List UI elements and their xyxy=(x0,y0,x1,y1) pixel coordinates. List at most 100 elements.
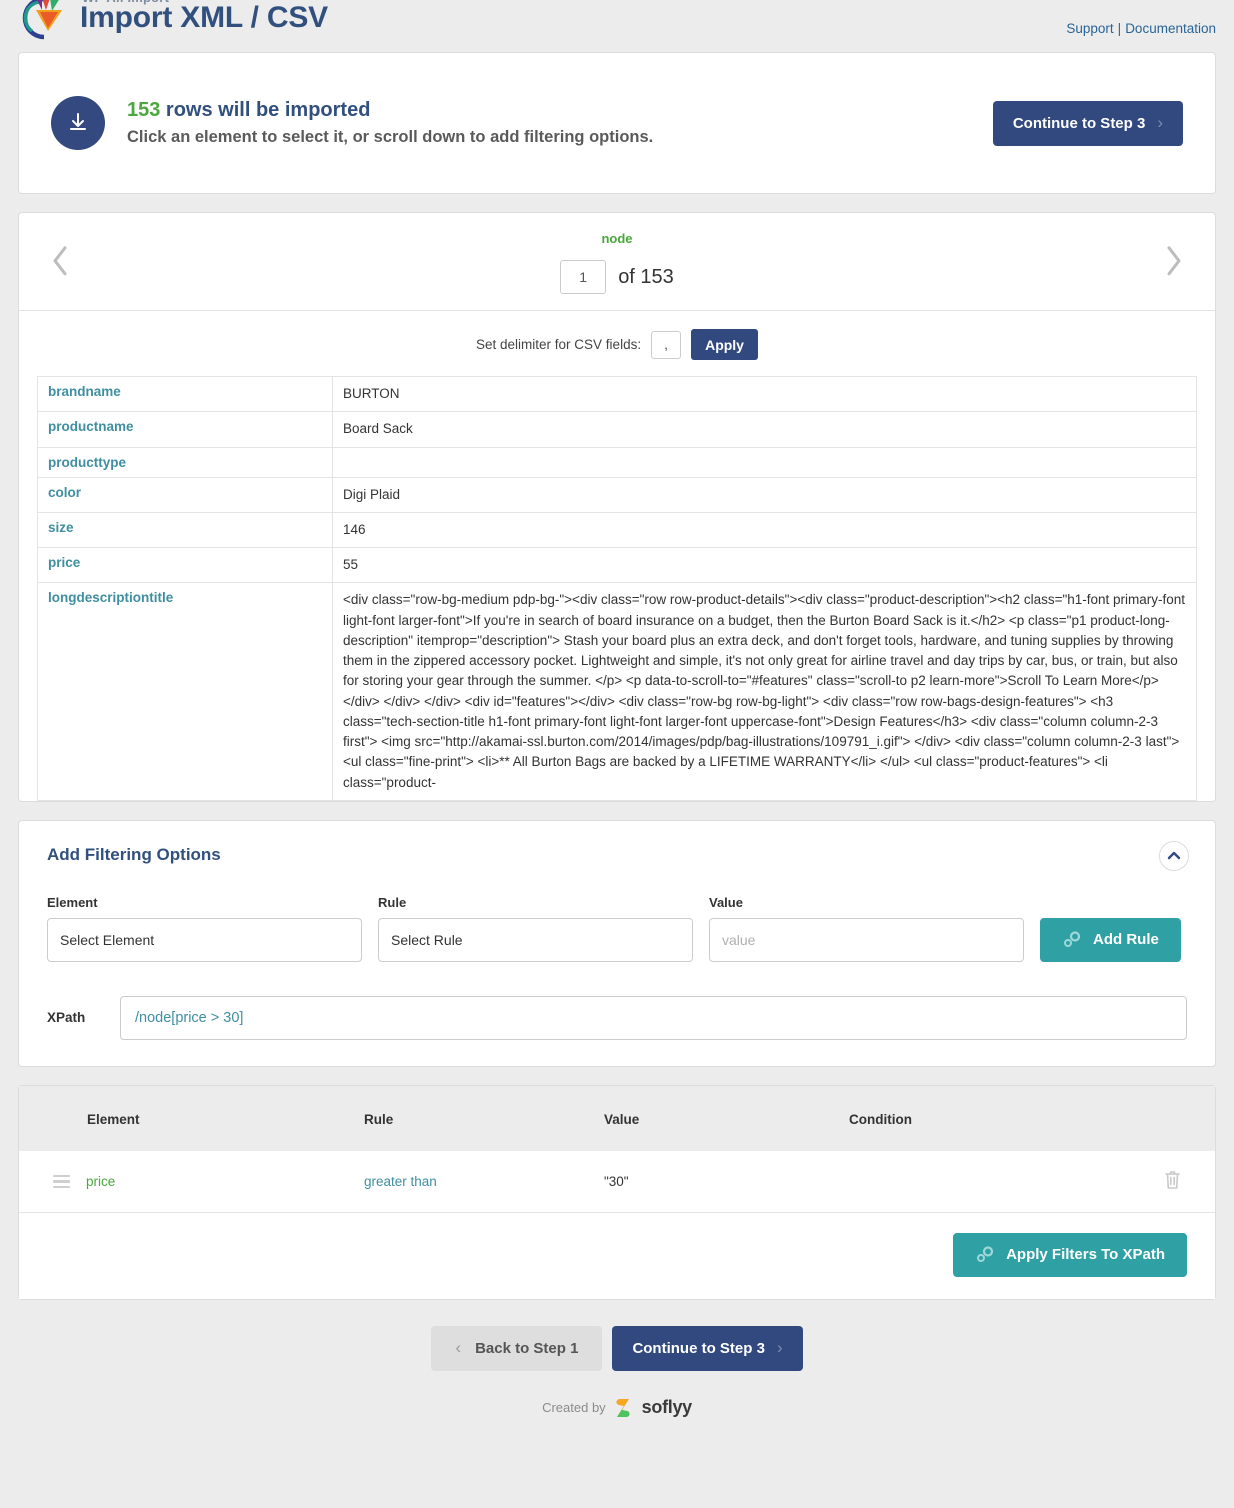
apply-filters-label: Apply Filters To XPath xyxy=(1006,1246,1165,1264)
footer-navigation: ‹ Back to Step 1 Continue to Step 3 › xyxy=(0,1318,1234,1371)
element-name[interactable]: price xyxy=(37,546,333,584)
download-icon xyxy=(51,96,105,150)
apply-filters-to-xpath-button[interactable]: Apply Filters To XPath xyxy=(953,1232,1187,1277)
table-row[interactable]: size 146 xyxy=(37,511,1197,549)
link-separator: | xyxy=(1117,21,1122,36)
table-row[interactable]: longdescriptiontitle <div class="row-bg-… xyxy=(37,582,1197,801)
elements-table-scroll[interactable]: brandname BURTON productname Board Sack … xyxy=(19,376,1215,801)
wp-all-import-logo-icon xyxy=(18,0,70,41)
continue-label: Continue to Step 3 xyxy=(632,1339,765,1357)
header-links: Support | Documentation xyxy=(1066,21,1216,36)
rules-column-value: Value xyxy=(604,1111,640,1127)
element-name[interactable]: productname xyxy=(37,411,333,448)
back-to-step-1-button[interactable]: ‹ Back to Step 1 xyxy=(431,1325,603,1371)
element-value: Board Sack xyxy=(332,411,1197,448)
element-value: <div class="row-bg-medium pdp-bg-"><div … xyxy=(332,582,1197,801)
rules-column-element: Element xyxy=(87,1111,140,1127)
table-row[interactable]: producttype xyxy=(37,446,1197,478)
rule-value-cell: "30" xyxy=(604,1173,629,1189)
rule-rule-cell: greater than xyxy=(364,1173,437,1189)
drag-handle-icon[interactable] xyxy=(53,1174,70,1188)
continue-to-step-3-button-top[interactable]: Continue to Step 3 › xyxy=(992,100,1183,146)
node-counter: of 153 xyxy=(19,260,1215,294)
node-browser-card: node of 153 Set delimiter for CSV fields… xyxy=(18,212,1216,802)
apply-delimiter-button[interactable]: Apply xyxy=(691,329,758,360)
node-navigation: node of 153 xyxy=(19,213,1215,310)
delete-rule-button[interactable] xyxy=(1160,1166,1185,1197)
chevron-left-icon: ‹ xyxy=(455,1338,462,1358)
delimiter-label: Set delimiter for CSV fields: xyxy=(476,337,642,352)
chevron-right-icon: › xyxy=(1157,113,1163,132)
table-row[interactable]: color Digi Plaid xyxy=(37,476,1197,513)
node-index-input[interactable] xyxy=(560,260,607,294)
table-row[interactable]: price greater than "30" xyxy=(19,1151,1215,1213)
next-node-button[interactable] xyxy=(1157,237,1191,285)
continue-label: Continue to Step 3 xyxy=(1012,114,1146,132)
rules-column-condition: Condition xyxy=(849,1111,912,1127)
select-element-dropdown[interactable]: Select Element xyxy=(47,917,362,962)
filtering-options-card: Add Filtering Options Element Select Ele… xyxy=(18,819,1216,1067)
import-notice-subtext: Click an element to select it, or scroll… xyxy=(127,127,654,146)
rules-table-footer: Apply Filters To XPath xyxy=(19,1212,1215,1299)
rule-element-name: price xyxy=(86,1173,116,1189)
chevron-up-icon xyxy=(1167,852,1181,860)
xpath-label: XPath xyxy=(47,1010,86,1026)
add-rule-label: Add Rule xyxy=(1093,931,1159,949)
brand-text: WP All Import Import XML / CSV xyxy=(80,0,328,45)
filter-value-label: Value xyxy=(709,894,743,910)
rule-element-cell: price xyxy=(19,1174,364,1189)
element-name[interactable]: longdescriptiontitle xyxy=(37,582,333,801)
element-value: 146 xyxy=(332,511,1197,549)
documentation-link[interactable]: Documentation xyxy=(1125,21,1216,36)
import-count-line: 153 rows will be imported xyxy=(127,97,993,124)
elements-table-body: brandname BURTON productname Board Sack … xyxy=(37,376,1197,801)
page-header: WP All Import Import XML / CSV Support |D… xyxy=(0,0,1234,52)
element-name[interactable]: color xyxy=(37,476,333,513)
add-rule-button[interactable]: Add Rule xyxy=(1040,917,1181,962)
gears-icon xyxy=(1064,931,1081,947)
back-label: Back to Step 1 xyxy=(475,1339,579,1357)
filter-value-group: Value xyxy=(709,895,1024,962)
page-title: Import XML / CSV xyxy=(80,1,328,34)
import-notice-body: 153 rows will be imported Click an eleme… xyxy=(127,97,993,149)
filter-rule-label: Rule xyxy=(378,894,407,910)
filter-element-group: Element Select Element xyxy=(47,895,362,962)
element-value: BURTON xyxy=(332,376,1197,413)
select-rule-dropdown[interactable]: Select Rule xyxy=(378,917,693,962)
soflyy-name: soflyy xyxy=(641,1397,693,1418)
brand: WP All Import Import XML / CSV xyxy=(18,0,328,47)
element-name[interactable]: producttype xyxy=(37,446,333,478)
support-link[interactable]: Support xyxy=(1066,21,1113,36)
xpath-input[interactable] xyxy=(120,995,1187,1040)
element-value xyxy=(332,446,1197,478)
import-count-suffix: rows will be imported xyxy=(160,98,371,121)
element-name[interactable]: brandname xyxy=(37,376,333,413)
continue-to-step-3-button-bottom[interactable]: Continue to Step 3 › xyxy=(612,1325,803,1371)
filter-element-label: Element xyxy=(47,894,98,910)
elements-table: brandname BURTON productname Board Sack … xyxy=(37,376,1197,801)
delimiter-bar: Set delimiter for CSV fields: Apply xyxy=(19,310,1215,376)
table-row[interactable]: productname Board Sack xyxy=(37,411,1197,448)
trash-icon xyxy=(1165,1170,1180,1189)
filter-rule-group: Rule Select Rule xyxy=(378,895,693,962)
table-row[interactable]: brandname BURTON xyxy=(37,376,1197,413)
filter-value-input[interactable] xyxy=(709,917,1024,962)
delimiter-input[interactable] xyxy=(651,330,682,359)
filtering-options-title: Add Filtering Options xyxy=(47,844,221,864)
previous-node-button[interactable] xyxy=(43,237,77,285)
table-row[interactable]: price 55 xyxy=(37,546,1197,584)
element-value: Digi Plaid xyxy=(332,476,1197,513)
rules-table-header: Element Rule Value Condition xyxy=(19,1085,1215,1151)
created-by-label: Created by xyxy=(542,1400,606,1416)
rules-table-body: price greater than "30" xyxy=(19,1150,1215,1213)
chevron-right-icon: › xyxy=(776,1338,783,1358)
filter-controls-row: Element Select Element Rule Select Rule … xyxy=(47,895,1187,962)
import-notice-card: 153 rows will be imported Click an eleme… xyxy=(18,52,1216,194)
node-total-label: of 153 xyxy=(618,265,674,288)
collapse-filtering-button[interactable] xyxy=(1159,840,1189,871)
element-name[interactable]: size xyxy=(37,511,333,549)
gears-icon xyxy=(977,1246,994,1262)
import-row-count: 153 xyxy=(127,98,161,121)
rules-column-rule: Rule xyxy=(364,1111,394,1127)
element-value: 55 xyxy=(332,546,1197,584)
